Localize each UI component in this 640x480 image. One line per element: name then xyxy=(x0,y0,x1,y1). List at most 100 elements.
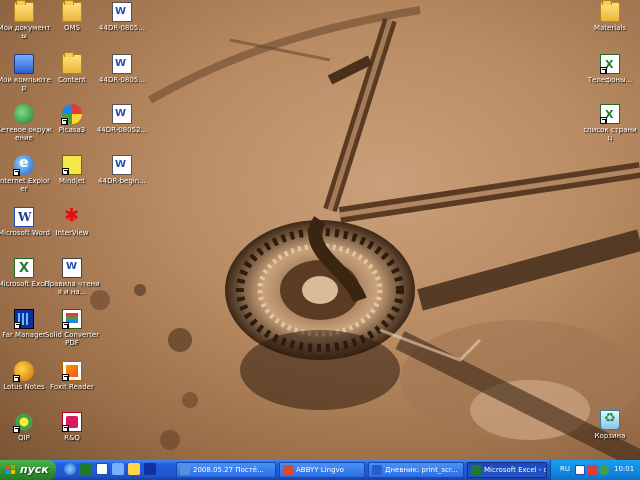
excel-document-icon xyxy=(600,54,620,74)
word-icon[interactable] xyxy=(96,463,108,475)
shortcut-arrow-icon xyxy=(62,425,69,432)
desktop-icon-doc-44dr-08052[interactable]: 44DR-08052... xyxy=(94,104,150,134)
taskbar-item-microsoft-excel[interactable]: Microsoft Excel - сп... xyxy=(467,462,547,478)
interview-icon xyxy=(62,205,82,227)
windows-flag-icon xyxy=(6,465,16,475)
shortcut-arrow-icon xyxy=(62,168,69,175)
desktop-icon-label: 44DR-begin... xyxy=(98,177,146,185)
start-button-label: пуск xyxy=(20,463,49,476)
show-desktop-icon[interactable] xyxy=(112,463,124,475)
taskbar: пуск 2008.05.27 Постё... ABBYY Lingvo Дн… xyxy=(0,460,640,480)
desktop-icon-label: Корзина xyxy=(594,432,626,440)
clock[interactable]: 10:01 xyxy=(614,465,634,473)
far-manager-icon xyxy=(14,309,34,329)
shortcut-arrow-icon xyxy=(600,117,607,124)
desktop-icon-label: Foxit Reader xyxy=(50,383,94,391)
solid-converter-icon xyxy=(62,309,82,329)
word-document-icon xyxy=(112,54,132,74)
rq-icon xyxy=(62,412,82,432)
folder-icon xyxy=(62,0,82,22)
qip-icon xyxy=(13,412,34,433)
folder-icon xyxy=(600,0,620,22)
antivirus-icon[interactable] xyxy=(587,465,597,475)
qip-tray-icon[interactable] xyxy=(599,465,609,475)
desktop-icon-doc-44dr-0805[interactable]: 44DR-0805... xyxy=(94,2,150,32)
lotus-notes-icon xyxy=(13,361,34,382)
desktop-icon-oms[interactable]: OMS xyxy=(44,0,100,32)
taskbar-item-label: Дневник: print_scr... xyxy=(385,466,458,474)
taskbar-item-dnevnik[interactable]: Дневник: print_scr... xyxy=(368,462,464,478)
desktop-icon-label: Правила чтения и на... xyxy=(44,280,100,296)
shortcut-arrow-icon xyxy=(62,374,69,381)
desktop-icon-mindjet[interactable]: MindJet xyxy=(44,155,100,185)
desktop-icon-pravila[interactable]: Правила чтения и на... xyxy=(44,258,100,296)
folder-icon xyxy=(62,52,82,74)
internet-explorer-icon[interactable] xyxy=(64,463,76,475)
desktop-icon-label: список страниц xyxy=(583,126,637,142)
desktop-icon-telefony[interactable]: Телефоны... xyxy=(582,54,638,84)
desktop-icon-label: R&Q xyxy=(64,434,80,442)
desktop-icon-label: Телефоны... xyxy=(587,76,633,84)
desktop-icon-label: 44DR-08052... xyxy=(96,126,148,134)
shortcut-arrow-icon xyxy=(13,169,20,176)
taskbar-item-abbyy-lingvo[interactable]: ABBYY Lingvo xyxy=(279,462,365,478)
shortcut-arrow-icon xyxy=(14,322,21,329)
desktop-icon-content[interactable]: Content xyxy=(44,52,100,84)
desktop-icon-label: Solid Converter PDF xyxy=(44,331,100,347)
desktop-icon-label: 44DR-0805... xyxy=(99,24,145,32)
internet-explorer-icon xyxy=(13,155,34,176)
shortcut-arrow-icon xyxy=(62,322,69,329)
word-document-icon xyxy=(112,104,132,124)
desktop-icon-interview[interactable]: InterView xyxy=(44,205,100,237)
desktop-icon-label: MindJet xyxy=(59,177,85,185)
desktop-icon-label: Picasa3 xyxy=(58,126,86,134)
picasa-icon xyxy=(61,104,82,125)
word-document-icon xyxy=(112,155,132,175)
desktop-icon-label: 44DR-0805... xyxy=(99,76,145,84)
desktop[interactable]: Мои документы Мой компьютер Сетевое окру… xyxy=(0,0,640,460)
desktop-icon-label: OMS xyxy=(64,24,80,32)
desktop-icon-label: Materials xyxy=(593,24,627,32)
desktop-icon-picasa[interactable]: Picasa3 xyxy=(44,104,100,134)
desktop-icon-materials[interactable]: Materials xyxy=(582,0,638,32)
shortcut-arrow-icon xyxy=(600,67,607,74)
shortcut-arrow-icon xyxy=(61,118,68,125)
word-document-icon xyxy=(112,2,132,22)
desktop-icon-label: Content xyxy=(58,76,86,84)
desktop-icon-label: InterView xyxy=(55,229,89,237)
desktop-icon-spisok-stranits[interactable]: список страниц xyxy=(582,104,638,142)
mindjet-icon xyxy=(62,155,82,175)
start-button[interactable]: пуск xyxy=(0,460,56,480)
excel-icon xyxy=(14,258,34,278)
desktop-icon-rq[interactable]: R&Q xyxy=(44,412,100,442)
excel-icon[interactable] xyxy=(80,463,92,475)
document-icon xyxy=(62,258,82,278)
lingvo-icon xyxy=(283,465,293,475)
taskbar-item-label: 2008.05.27 Постё... xyxy=(193,466,264,474)
far-manager-icon[interactable] xyxy=(144,463,156,475)
foxit-reader-icon xyxy=(62,361,82,381)
desktop-icon-solid-converter[interactable]: Solid Converter PDF xyxy=(44,309,100,347)
taskbar-item-label: Microsoft Excel - сп... xyxy=(484,466,546,474)
keyboard-icon[interactable] xyxy=(575,465,585,475)
folder-icon[interactable] xyxy=(128,463,140,475)
recycle-bin-icon xyxy=(600,410,620,430)
browser-icon xyxy=(372,465,382,475)
folder-icon xyxy=(14,0,34,22)
excel-icon xyxy=(471,465,481,475)
desktop-icon-foxit-reader[interactable]: Foxit Reader xyxy=(44,361,100,391)
computer-icon xyxy=(14,54,34,74)
shortcut-arrow-icon xyxy=(13,375,20,382)
system-tray: RU 10:01 xyxy=(550,460,640,480)
window-icon xyxy=(180,465,190,475)
excel-document-icon xyxy=(600,104,620,124)
desktop-icon-doc-44dr-begin[interactable]: 44DR-begin... xyxy=(94,155,150,185)
network-icon xyxy=(14,104,34,124)
desktop-icon-doc-44dr-0805-b[interactable]: 44DR-0805... xyxy=(94,54,150,84)
desktop-icon-recycle-bin[interactable]: Корзина xyxy=(582,410,638,440)
taskbar-item-postyo[interactable]: 2008.05.27 Постё... xyxy=(176,462,276,478)
taskbar-item-label: ABBYY Lingvo xyxy=(296,466,344,474)
shortcut-arrow-icon xyxy=(13,426,20,433)
language-indicator[interactable]: RU xyxy=(560,465,570,473)
word-icon xyxy=(14,207,34,227)
